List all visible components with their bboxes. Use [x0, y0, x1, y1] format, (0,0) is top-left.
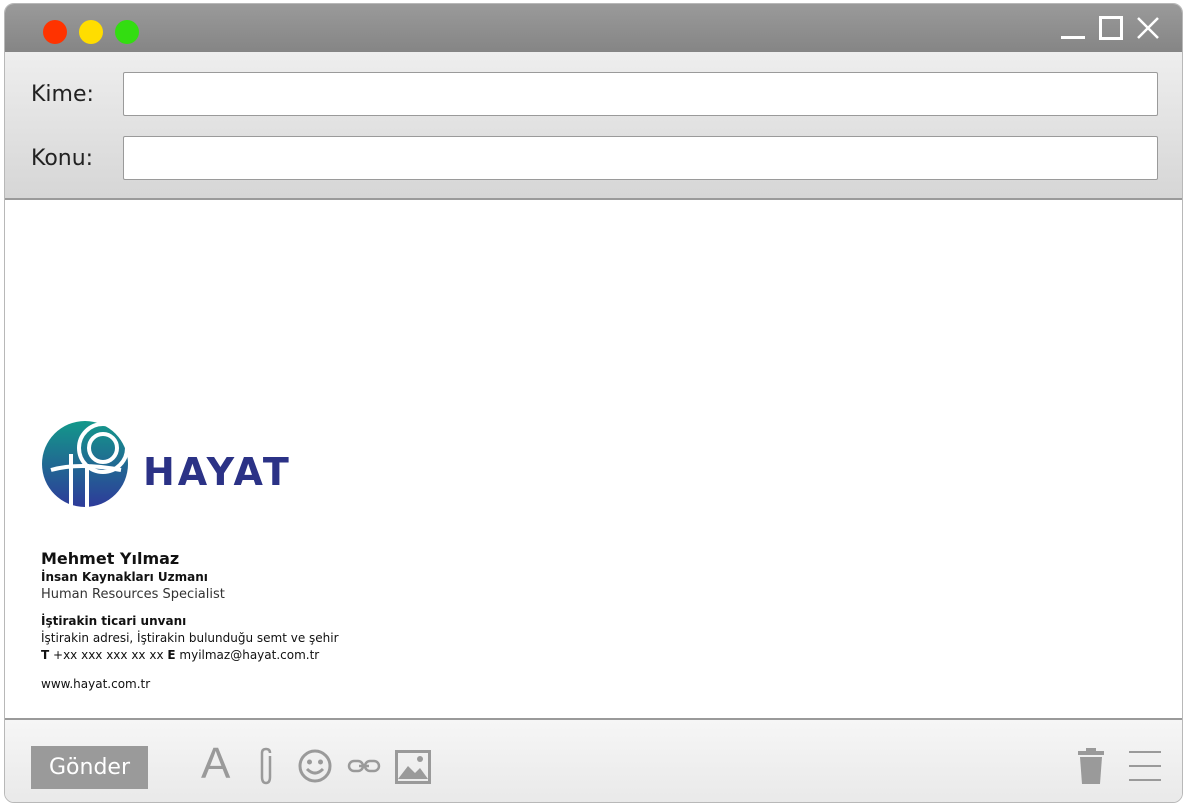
phone-label: T [41, 648, 50, 662]
zoom-dot-button[interactable] [115, 20, 139, 44]
brand-wordmark: HAYAT [143, 450, 292, 494]
subject-label: Konu: [31, 146, 94, 171]
minimize-icon[interactable] [1061, 16, 1085, 40]
signature-title-tr: İnsan Kaynakları Uzmanı [41, 570, 208, 584]
email-label: E [167, 648, 176, 662]
subject-input[interactable] [123, 136, 1158, 180]
menu-icon[interactable] [1129, 750, 1161, 782]
trash-icon[interactable] [1077, 748, 1105, 784]
compose-toolbar: Gönder A [5, 718, 1182, 802]
minimize-dot-button[interactable] [79, 20, 103, 44]
hayat-logo-icon [42, 421, 129, 508]
signature-website[interactable]: www.hayat.com.tr [41, 677, 150, 691]
title-bar [5, 4, 1182, 52]
to-label: Kime: [31, 82, 94, 107]
signature-name: Mehmet Yılmaz [41, 549, 180, 568]
maximize-icon[interactable] [1099, 16, 1123, 40]
image-icon[interactable] [395, 750, 431, 784]
send-button[interactable]: Gönder [31, 746, 148, 789]
compose-window: Kime: Konu: HAYAT Mehmet Yılmaz İnsan Ka… [4, 3, 1183, 803]
smiley-icon[interactable] [297, 748, 333, 784]
email-value[interactable]: myilmaz@hayat.com.tr [179, 648, 319, 662]
signature-title-en: Human Resources Specialist [41, 587, 225, 602]
paperclip-icon[interactable] [255, 746, 277, 788]
signature-company: İştirakin ticari unvanı [41, 614, 187, 628]
message-body[interactable]: HAYAT Mehmet Yılmaz İnsan Kaynakları Uzm… [5, 200, 1182, 718]
to-input[interactable] [123, 72, 1158, 116]
link-icon[interactable] [347, 756, 381, 776]
phone-value: +xx xxx xxx xx xx [53, 648, 164, 662]
compose-header: Kime: Konu: [5, 52, 1182, 200]
signature-address: İştirakin adresi, İştirakin bulunduğu se… [41, 631, 339, 645]
close-icon[interactable] [1136, 16, 1160, 40]
signature-contact: T +xx xxx xxx xx xx E myilmaz@hayat.com.… [41, 648, 319, 662]
close-dot-button[interactable] [43, 20, 67, 44]
font-icon[interactable]: A [201, 742, 230, 786]
